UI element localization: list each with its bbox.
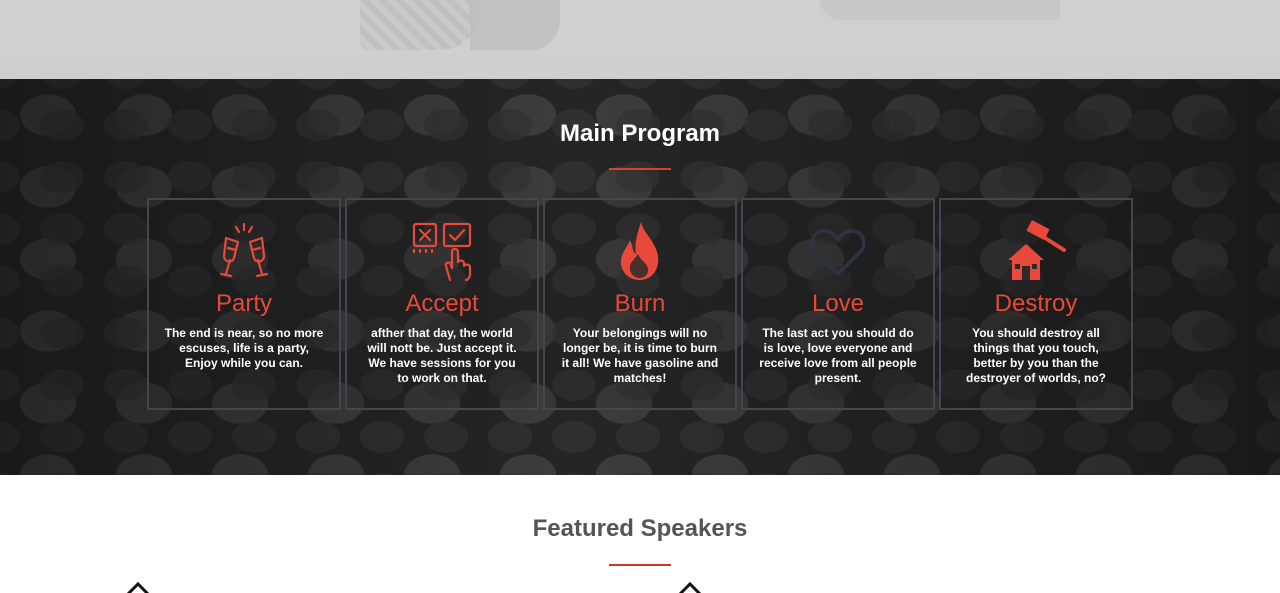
featured-speakers-section: Featured Speakers <box>0 475 1280 593</box>
hero-photo-detail <box>470 0 560 50</box>
chevron-up-icon[interactable] <box>126 581 150 593</box>
main-program-section: Main Program Party The end is near, so n… <box>0 79 1280 475</box>
program-card-accept[interactable]: Accept afther that day, the world will n… <box>345 198 539 410</box>
heart-icon <box>810 229 866 276</box>
chevron-up-icon[interactable] <box>678 581 702 593</box>
hero-photo-detail <box>360 0 480 50</box>
section-title: Main Program <box>559 120 721 147</box>
flame-icon <box>620 222 659 280</box>
program-card-burn[interactable]: Burn Your belongings will no longer be, … <box>543 198 737 410</box>
card-title: Accept <box>405 290 479 317</box>
card-title: Party <box>215 290 272 317</box>
checkbox-tap-icon <box>412 222 472 282</box>
hero-image-strip <box>0 0 1280 79</box>
card-description: The last act you should do is love, love… <box>759 326 917 385</box>
card-description: afther that day, the world will nott be.… <box>367 326 517 385</box>
program-card-party[interactable]: Party The end is near, so no more escuse… <box>147 198 341 410</box>
hammer-house-icon <box>1008 220 1066 280</box>
section-title: Featured Speakers <box>532 515 748 542</box>
card-title: Destroy <box>994 290 1078 317</box>
card-description: The end is near, so no more escuses, lif… <box>164 326 324 370</box>
title-underline <box>609 564 671 566</box>
title-underline <box>609 168 671 170</box>
card-description: Your belongings will no longer be, it is… <box>561 326 719 385</box>
card-title: Burn <box>614 290 666 317</box>
hero-photo-detail <box>820 0 1060 20</box>
program-card-love[interactable]: Love The last act you should do is love,… <box>741 198 935 410</box>
program-card-destroy[interactable]: Destroy You should destroy all things th… <box>939 198 1133 410</box>
card-title: Love <box>811 290 865 317</box>
card-description: You should destroy all things that you t… <box>965 326 1106 385</box>
program-cards: Party The end is near, so no more escuse… <box>147 198 1133 410</box>
champagne-toast-icon <box>219 222 269 278</box>
